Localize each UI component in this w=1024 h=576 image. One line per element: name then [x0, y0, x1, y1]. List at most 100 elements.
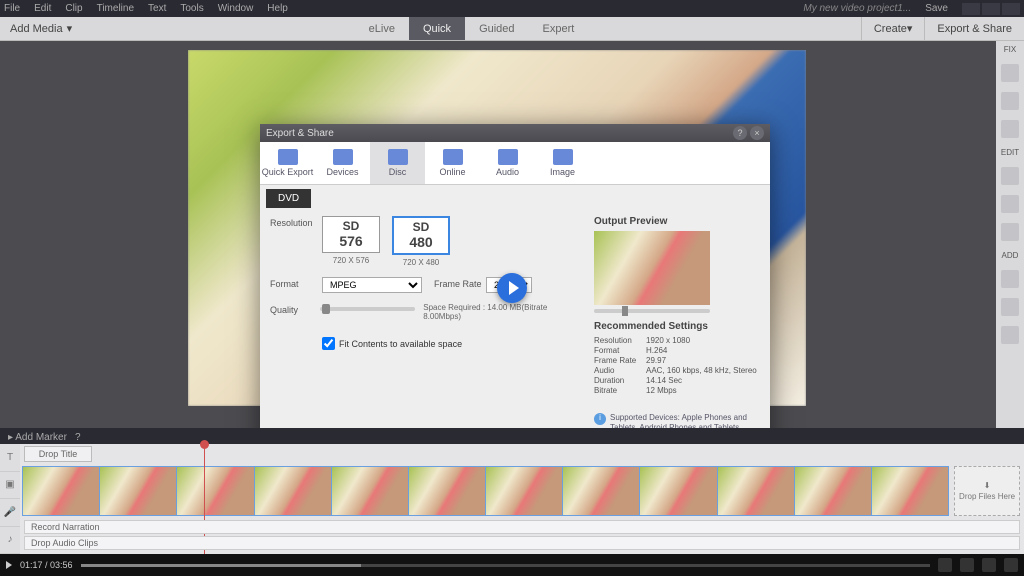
output-preview-thumb	[594, 231, 710, 305]
cc-icon[interactable]	[938, 558, 952, 572]
clip[interactable]	[562, 466, 640, 516]
mode-elive[interactable]: eLive	[355, 17, 409, 40]
clip[interactable]	[99, 466, 177, 516]
clip[interactable]	[485, 466, 563, 516]
audio-icon	[498, 149, 518, 165]
video-player-bar: 01:17 / 03:56	[0, 554, 1024, 576]
format-label: Format	[270, 277, 322, 289]
clip[interactable]	[254, 466, 332, 516]
rail-fix-label: FIX	[1004, 45, 1016, 54]
clip[interactable]	[331, 466, 409, 516]
menu-bar: File Edit Clip Timeline Text Tools Windo…	[0, 0, 1024, 17]
tab-audio[interactable]: Audio	[480, 142, 535, 184]
menu-text[interactable]: Text	[148, 3, 166, 14]
devices-icon	[333, 149, 353, 165]
info-icon: i	[594, 413, 606, 425]
tab-quick-export[interactable]: Quick Export	[260, 142, 315, 184]
menu-clip[interactable]: Clip	[65, 3, 82, 14]
resolution-576[interactable]: SD576	[322, 216, 380, 253]
tools-icon[interactable]	[1001, 120, 1019, 138]
clip[interactable]	[639, 466, 717, 516]
save-button[interactable]: Save	[925, 3, 948, 14]
close-icon[interactable]	[1002, 3, 1020, 15]
effects-icon[interactable]	[1001, 92, 1019, 110]
adjust-icon[interactable]	[1001, 64, 1019, 82]
title-track-icon[interactable]: T	[0, 444, 20, 472]
play-icon[interactable]	[6, 561, 12, 569]
menu-tools[interactable]: Tools	[180, 3, 203, 14]
dialog-title: Export & Share	[266, 128, 334, 139]
online-icon	[443, 149, 463, 165]
resolution-576-caption: 720 X 576	[333, 256, 369, 265]
add-media-button[interactable]: Add Media ▾	[0, 17, 82, 40]
menu-file[interactable]: File	[4, 3, 20, 14]
fx-icon[interactable]	[1001, 167, 1019, 185]
resolution-480-caption: 720 X 480	[403, 258, 439, 267]
export-tabs: Quick Export Devices Disc Online Audio I…	[260, 142, 770, 185]
mode-expert[interactable]: Expert	[529, 17, 589, 40]
clip[interactable]	[176, 466, 254, 516]
output-preview-title: Output Preview	[594, 216, 760, 227]
preview-scrubber[interactable]	[594, 309, 710, 313]
create-button[interactable]: Create ▾	[861, 17, 925, 40]
clip[interactable]	[408, 466, 486, 516]
rail-add-label: ADD	[1002, 251, 1019, 260]
narration-track[interactable]: Record Narration	[24, 520, 1020, 534]
mode-guided[interactable]: Guided	[465, 17, 528, 40]
drop-files-slot[interactable]: ⬇Drop Files Here	[954, 466, 1020, 516]
big-play-button[interactable]	[497, 273, 527, 303]
framerate-label: Frame Rate	[434, 277, 486, 289]
tab-online[interactable]: Online	[425, 142, 480, 184]
volume-icon[interactable]	[960, 558, 974, 572]
minimize-icon[interactable]	[962, 3, 980, 15]
image-icon	[553, 149, 573, 165]
narration-track-icon[interactable]: 🎤	[0, 499, 20, 527]
resolution-480[interactable]: SD480	[392, 216, 450, 255]
rail-edit-label: EDIT	[1001, 148, 1019, 157]
right-rail: FIX EDIT ADD	[996, 41, 1024, 428]
timeline: T ▣ 🎤 ♪ Drop Title ⬇Drop Files Here Reco…	[0, 444, 1024, 554]
add-marker-button[interactable]: ▸ Add Marker	[8, 432, 67, 443]
export-share-button[interactable]: Export & Share	[924, 17, 1024, 40]
menu-timeline[interactable]: Timeline	[97, 3, 134, 14]
audio-track-icon[interactable]: ♪	[0, 527, 20, 555]
video-track[interactable]: ⬇Drop Files Here	[22, 466, 1020, 516]
clip[interactable]	[794, 466, 872, 516]
graphics-icon[interactable]	[1001, 326, 1019, 344]
menu-help[interactable]: Help	[267, 3, 288, 14]
subtab-dvd[interactable]: DVD	[266, 189, 311, 208]
color-icon[interactable]	[1001, 223, 1019, 241]
video-track-icon[interactable]: ▣	[0, 472, 20, 500]
markers-help-icon[interactable]: ?	[75, 432, 81, 443]
format-select[interactable]: MPEG	[322, 277, 422, 293]
tab-disc[interactable]: Disc	[370, 142, 425, 184]
audio-track[interactable]: Drop Audio Clips	[24, 536, 1020, 550]
clip[interactable]	[871, 466, 949, 516]
tab-devices[interactable]: Devices	[315, 142, 370, 184]
maximize-icon[interactable]	[982, 3, 1000, 15]
music-icon[interactable]	[1001, 298, 1019, 316]
fit-contents-checkbox[interactable]	[322, 337, 335, 350]
mode-quick[interactable]: Quick	[409, 17, 465, 40]
quick-export-icon	[278, 149, 298, 165]
menu-window[interactable]: Window	[218, 3, 254, 14]
recommended-title: Recommended Settings	[594, 321, 760, 332]
settings-icon[interactable]	[982, 558, 996, 572]
titles-icon[interactable]	[1001, 270, 1019, 288]
transitions-icon[interactable]	[1001, 195, 1019, 213]
dialog-close-icon[interactable]: ×	[750, 126, 764, 140]
download-icon: ⬇	[984, 481, 991, 490]
help-icon[interactable]: ?	[733, 126, 747, 140]
drop-title-slot[interactable]: Drop Title	[24, 446, 92, 462]
clip[interactable]	[22, 466, 100, 516]
menu-edit[interactable]: Edit	[34, 3, 51, 14]
clip[interactable]	[717, 466, 795, 516]
tab-image[interactable]: Image	[535, 142, 590, 184]
disc-icon	[388, 149, 408, 165]
project-title: My new video project1...	[803, 3, 911, 14]
space-required: Space Required : 14.00 MB(Bitrate 8.00Mb…	[423, 303, 580, 321]
fullscreen-icon[interactable]	[1004, 558, 1018, 572]
toolbar: Add Media ▾ eLive Quick Guided Expert Cr…	[0, 17, 1024, 41]
quality-slider[interactable]	[320, 307, 416, 311]
playback-scrubber[interactable]	[81, 564, 930, 567]
